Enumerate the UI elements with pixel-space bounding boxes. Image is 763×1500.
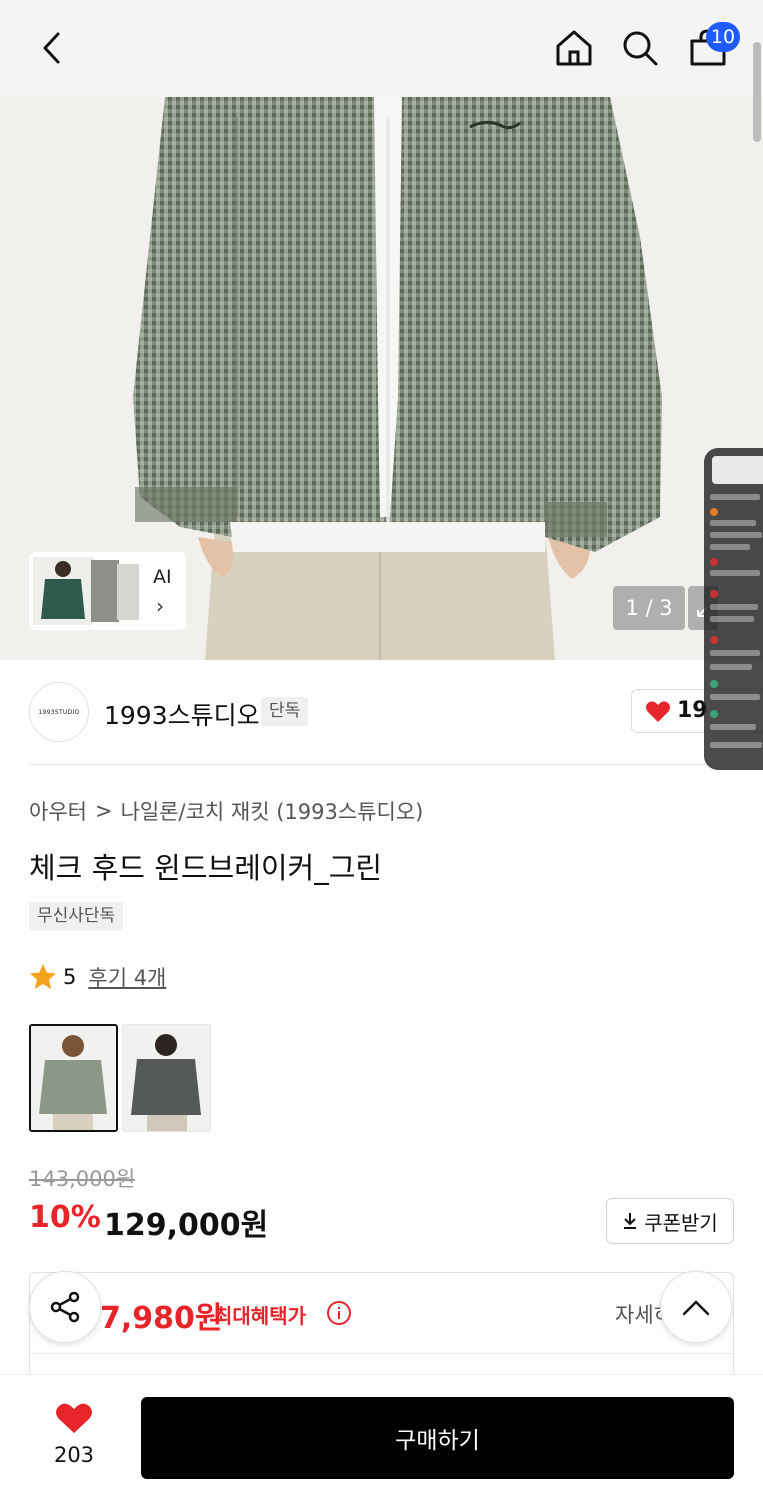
chevron-left-icon <box>43 32 60 64</box>
sale-price: 129,000원 <box>104 1208 269 1243</box>
chat-avatar <box>710 590 718 598</box>
chevron-up-icon <box>682 1300 710 1316</box>
brand-name[interactable]: 1993스튜디오 <box>104 696 260 732</box>
ai-thumbnail-green-jacket <box>33 557 93 625</box>
wishlist-heart-icon[interactable] <box>55 1401 93 1435</box>
divider <box>30 1353 733 1354</box>
chat-avatar <box>710 558 718 566</box>
chat-avatar <box>710 710 718 718</box>
chat-avatar <box>710 680 718 688</box>
chat-line <box>710 724 756 730</box>
download-icon <box>624 1213 637 1229</box>
buy-button[interactable]: 구매하기 <box>141 1397 734 1479</box>
ai-similar-products-card[interactable]: AI › <box>29 552 186 630</box>
chat-line <box>710 694 760 700</box>
live-stream-header <box>712 456 763 484</box>
max-benefit-label: 최대혜택가 <box>214 1304 306 1328</box>
star-icon <box>30 964 56 989</box>
color-option-thumbnail <box>123 1025 210 1131</box>
search-icon <box>623 31 658 66</box>
brand-row: 1993STUDIO 1993스튜디오 단독 19 <box>0 660 763 766</box>
wishlist-count: 203 <box>53 1443 95 1467</box>
breadcrumb-separator: > <box>94 799 113 823</box>
heart-icon <box>646 701 670 722</box>
color-option-green[interactable] <box>29 1024 118 1132</box>
breadcrumb-subcategory[interactable]: 나일론/코치 재킷 (1993스튜디오) <box>121 796 424 826</box>
brand-exclusive-tag: 단독 <box>261 697 309 726</box>
original-price: 143,000원 <box>29 1167 136 1191</box>
max-benefit-price: 7,980원 <box>100 1301 223 1336</box>
ai-label: AI <box>153 566 172 588</box>
chat-avatar <box>710 508 718 516</box>
coupon-label: 쿠폰받기 <box>644 1210 718 1235</box>
rating-row: 5 후기 4개 <box>29 962 166 992</box>
share-button[interactable] <box>29 1271 101 1343</box>
home-button[interactable] <box>548 22 600 74</box>
live-stream-overlay[interactable] <box>704 448 763 770</box>
review-link[interactable]: 후기 4개 <box>88 962 166 992</box>
chat-line <box>710 616 754 622</box>
chat-line <box>710 494 760 500</box>
rating-score: 5 <box>63 965 77 989</box>
bottom-purchase-bar: 203 구매하기 <box>0 1374 763 1500</box>
product-title: 체크 후드 윈드브레이커_그린 <box>29 851 383 885</box>
brand-logo[interactable]: 1993STUDIO <box>29 682 89 742</box>
top-navigation-bar: 10 <box>0 0 763 97</box>
color-option-thumbnail <box>31 1026 116 1130</box>
share-icon <box>50 1291 80 1323</box>
image-counter: 1 / 3 <box>613 586 685 630</box>
chat-line <box>710 742 762 748</box>
chat-line <box>710 664 752 670</box>
page-scrollbar[interactable] <box>753 42 761 142</box>
chat-line <box>710 650 760 656</box>
chat-line <box>710 532 762 538</box>
info-icon[interactable] <box>326 1300 352 1326</box>
chevron-right-icon: › <box>156 594 164 618</box>
coupon-download-button[interactable]: 쿠폰받기 <box>606 1198 734 1244</box>
breadcrumb: 아우터 > 나일론/코치 재킷 (1993스튜디오) <box>29 796 423 826</box>
ai-thumbnail-grey-jacket <box>91 560 119 622</box>
ai-thumbnail-light-jacket <box>117 564 139 620</box>
divider <box>29 764 734 765</box>
musinsa-exclusive-tag: 무신사단독 <box>29 902 124 931</box>
discount-rate: 10% <box>29 1200 101 1235</box>
chat-line <box>710 570 760 576</box>
color-option-grey[interactable] <box>122 1024 211 1132</box>
chat-avatar <box>710 636 718 644</box>
chat-line <box>710 520 756 526</box>
back-button[interactable] <box>26 22 78 74</box>
chat-line <box>710 604 758 610</box>
breadcrumb-category[interactable]: 아우터 <box>29 796 87 826</box>
search-button[interactable] <box>614 22 666 74</box>
home-icon <box>556 30 592 66</box>
chat-line <box>710 544 750 550</box>
cart-count-badge: 10 <box>706 22 740 52</box>
scroll-to-top-button[interactable] <box>660 1271 732 1343</box>
